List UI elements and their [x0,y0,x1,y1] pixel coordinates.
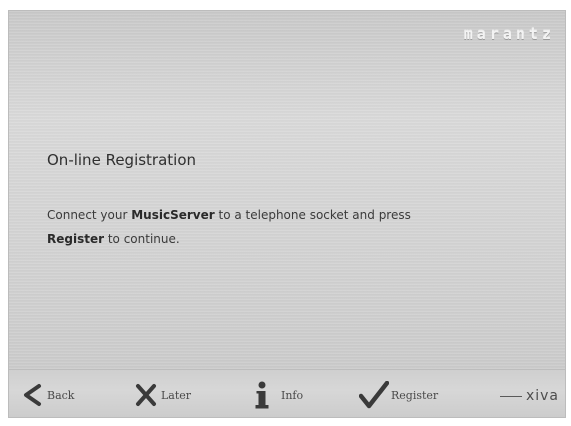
back-button[interactable]: Back [21,378,74,412]
later-button[interactable]: Later [135,378,191,412]
page-title: On-line Registration [47,151,197,169]
main-screen: marantz On-line Registration Connect you… [9,11,565,369]
register-label: Register [391,388,439,402]
info-icon [253,380,271,410]
info-button[interactable]: Info [253,378,303,412]
info-label: Info [281,388,304,402]
device-frame: marantz On-line Registration Connect you… [8,10,566,418]
back-label: Back [47,388,75,402]
musicserver-text: MusicServer [131,208,215,222]
message-part-2: to a telephone socket and press [214,208,411,222]
back-arrow-icon [21,383,43,407]
register-text: Register [47,232,105,246]
message-part-3: to continue. [104,232,180,246]
later-label: Later [161,388,192,402]
bottom-toolbar: Back Later Info Register xiva [9,369,565,417]
brand-logo: marantz [463,25,555,43]
message-part-1: Connect your [47,208,132,222]
checkmark-icon [359,381,389,409]
registration-message: Connect your MusicServer to a telephone … [47,203,427,251]
register-button[interactable]: Register [359,378,438,412]
xiva-logo-line [499,395,522,397]
xiva-logo: xiva [499,388,559,404]
cross-icon [135,383,157,407]
xiva-logo-text: xiva [525,388,559,404]
